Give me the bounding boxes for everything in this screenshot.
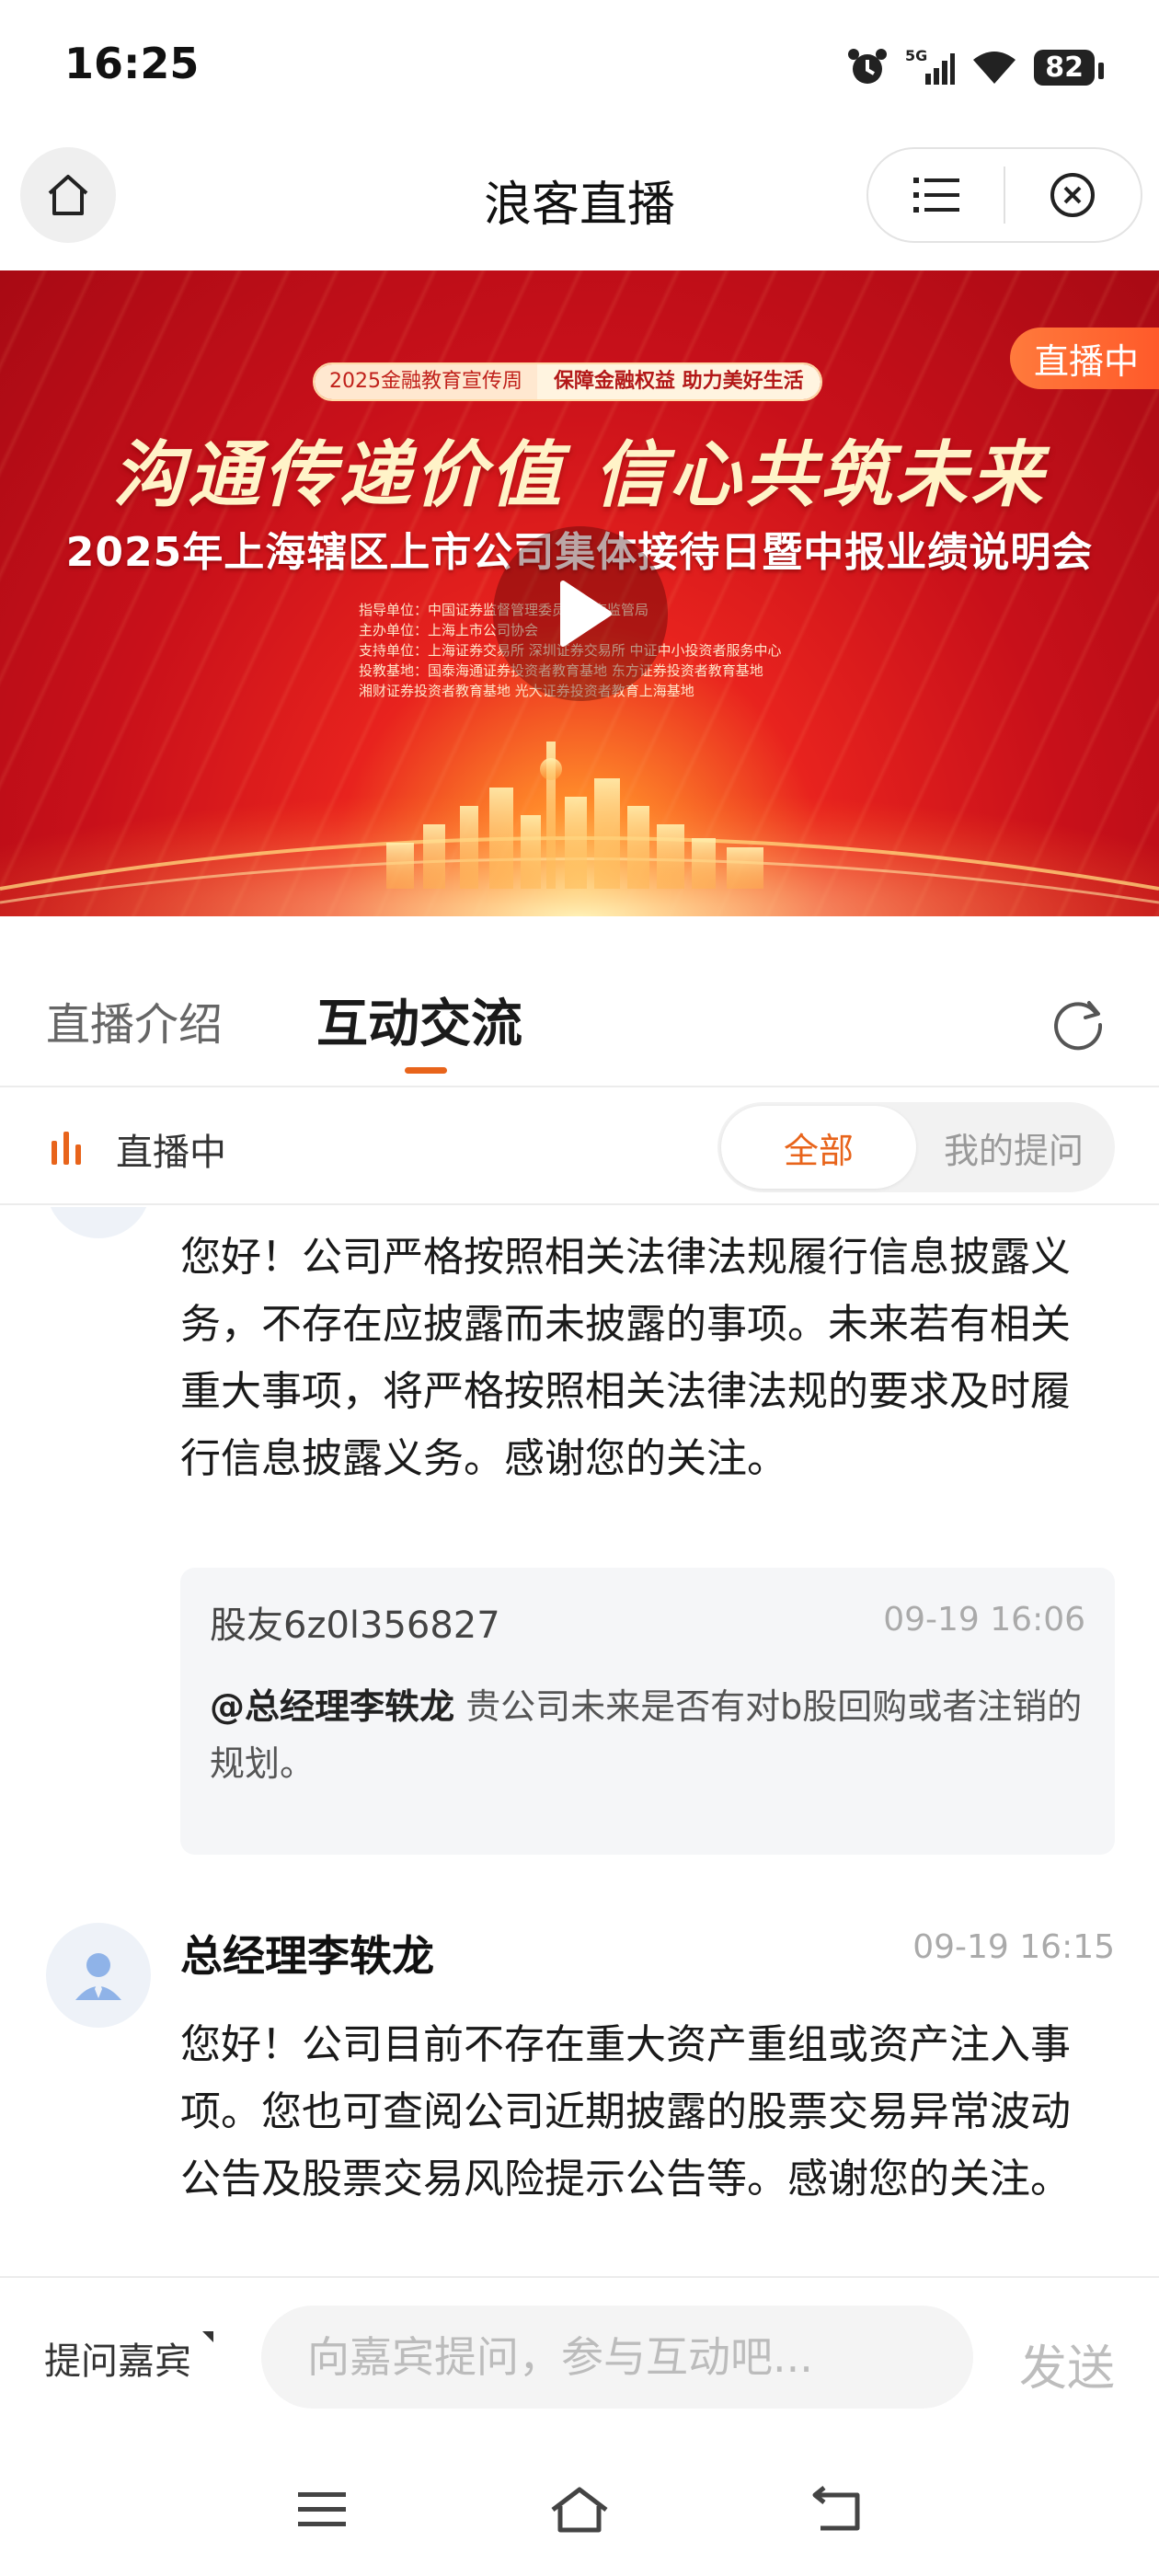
network-type-label: 5G: [905, 47, 927, 64]
play-icon: [560, 581, 612, 647]
alarm-icon: [848, 49, 888, 84]
dropdown-caret-icon: [202, 2331, 213, 2342]
filter-segmented-control: 全部 我的提问: [717, 1102, 1115, 1192]
live-status-label: 直播中: [116, 1132, 226, 1174]
status-time: 16:25: [64, 39, 200, 88]
live-equalizer-icon: [52, 1132, 81, 1165]
refresh-button[interactable]: [1049, 994, 1107, 1052]
filter-all-button[interactable]: 全部: [721, 1106, 916, 1189]
close-circle-icon: [1050, 173, 1096, 217]
refresh-icon: [1054, 1001, 1103, 1051]
city-skyline-graphic: [0, 705, 1159, 916]
system-nav-bar: [0, 2436, 1159, 2576]
answer-text: 您好！公司严格按照相关法律法规履行信息披露义务，不存在应披露而未披露的事项。未来…: [180, 1234, 1071, 1482]
banner-slogan: 沟通传递价值 信心共筑未来: [112, 433, 1047, 517]
post-timestamp: 09-19 16:15: [912, 1928, 1115, 1966]
mention-tag: @总经理李轶龙: [210, 1686, 455, 1727]
tab-live-intro[interactable]: 直播介绍: [46, 988, 223, 1052]
quote-timestamp: 09-19 16:06: [883, 1601, 1085, 1639]
answer-text: 您好！公司目前不存在重大资产重组或资产注入事项。您也可查阅公司近期披露的股票交易…: [180, 2021, 1071, 2202]
play-button[interactable]: [493, 526, 668, 701]
send-button[interactable]: 发送: [1019, 2329, 1115, 2398]
qa-feed[interactable]: 您好！公司严格按照相关法律法规履行信息披露义务，不存在应披露而未披露的事项。未来…: [0, 1207, 1159, 2274]
banner-tagline: 2025金融教育宣传周 保障金融权益 助力美好生活: [313, 362, 822, 401]
nav-menu-button[interactable]: [285, 2473, 359, 2547]
avatar: [46, 1207, 151, 1238]
home-icon: [551, 2487, 608, 2533]
filter-row: 直播中 全部 我的提问: [0, 1089, 1159, 1205]
app-header: 浪客直播: [0, 138, 1159, 267]
tab-interaction[interactable]: 互动交流: [316, 983, 522, 1057]
post-author: 总经理李轶龙: [180, 1931, 434, 1981]
status-bar: 16:25 5G 82: [0, 0, 1159, 138]
nav-back-button[interactable]: [800, 2473, 874, 2547]
ask-guest-selector[interactable]: 提问嘉宾: [44, 2331, 191, 2385]
cellular-signal-icon: 5G: [905, 47, 956, 85]
tagline-slogan: 保障金融权益 助力美好生活: [537, 364, 820, 399]
mini-program-capsule: [866, 147, 1142, 243]
question-input[interactable]: [261, 2306, 973, 2409]
content-tabs: 直播介绍 互动交流: [0, 916, 1159, 1087]
live-status-badge: 直播中: [1009, 328, 1159, 389]
nav-home-button[interactable]: [543, 2473, 616, 2547]
filter-my-questions-button[interactable]: 我的提问: [916, 1106, 1111, 1189]
battery-indicator: 82: [1034, 49, 1104, 86]
wifi-icon: [973, 52, 1016, 84]
question-input-bar: 提问嘉宾 发送: [0, 2276, 1159, 2436]
active-tab-indicator: [405, 1067, 447, 1074]
back-icon: [812, 2486, 860, 2531]
recent-apps-icon: [298, 2492, 346, 2526]
close-button[interactable]: [1005, 149, 1141, 241]
status-icons: 5G 82: [846, 44, 1104, 90]
list-menu-icon: [912, 178, 959, 213]
tagline-week: 2025金融教育宣传周: [315, 364, 537, 399]
menu-button[interactable]: [868, 149, 1004, 241]
user-avatar-icon: [75, 1953, 121, 2000]
quoted-question: 股友6z0l356827 09-19 16:06 @总经理李轶龙 贵公司未来是否…: [180, 1568, 1115, 1855]
quote-body: @总经理李轶龙 贵公司未来是否有对b股回购或者注销的规划。: [210, 1678, 1093, 1792]
avatar: [46, 1923, 151, 2028]
live-video-banner[interactable]: 直播中 2025金融教育宣传周 保障金融权益 助力美好生活 沟通传递价值 信心共…: [0, 270, 1159, 916]
quote-username: 股友6z0l356827: [210, 1604, 500, 1647]
